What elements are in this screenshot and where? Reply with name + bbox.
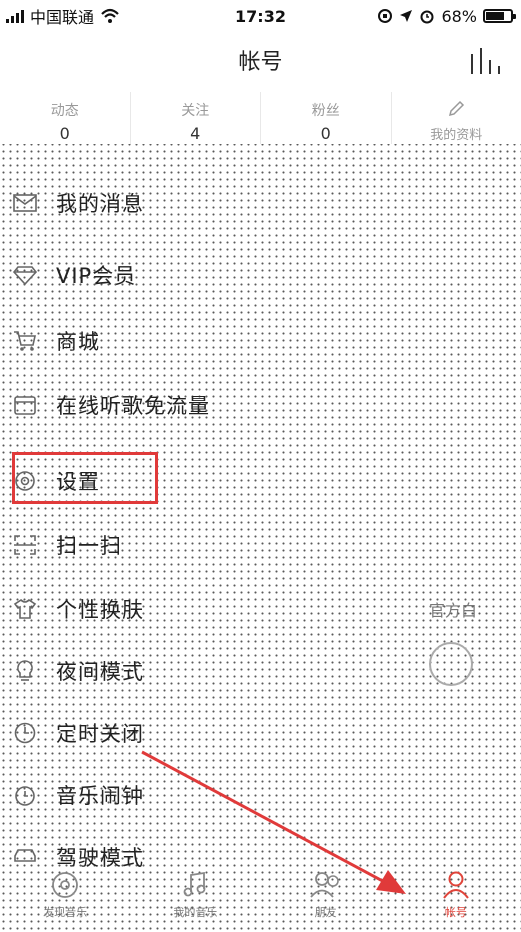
stat-dynamics[interactable]: 动态 0 (0, 92, 131, 144)
alarm-status-icon (420, 10, 434, 24)
settings-highlight-box (12, 452, 158, 504)
clock-icon (12, 720, 38, 746)
menu-item-label: 商城 (56, 330, 100, 354)
tab-bar: 发现音乐 我的音乐 朋友 帐号 (0, 862, 521, 932)
menu-item-scan[interactable]: 扫一扫 (0, 520, 521, 570)
stat-following[interactable]: 关注 4 (131, 92, 261, 144)
alarm-icon (12, 782, 38, 808)
current-skin-value: 官方白 (428, 601, 477, 620)
disc-icon (52, 872, 79, 898)
pencil-icon (449, 100, 465, 117)
menu-item-label: VIP会员 (56, 264, 137, 288)
tab-label: 朋友 (314, 906, 337, 919)
menu-item-label: 夜间模式 (56, 660, 144, 684)
page-title: 帐号 (238, 50, 283, 75)
tab-account[interactable]: 帐号 (391, 862, 521, 932)
equalizer-icon[interactable] (469, 46, 501, 76)
stat-count: 4 (190, 124, 201, 143)
stat-followers[interactable]: 粉丝 0 (261, 92, 392, 144)
menu-item-label: 定时关闭 (56, 722, 144, 746)
stats-row: 动态 0 关注 4 粉丝 0 我的资料 (0, 92, 521, 144)
menu-item-label: 个性换肤 (56, 598, 144, 622)
menu-item-free-data[interactable]: 在线听歌免流量 (0, 380, 521, 430)
rotation-lock-icon (378, 9, 393, 23)
stat-count: 0 (59, 124, 70, 143)
card-icon (12, 392, 38, 418)
menu-item-vip[interactable]: VIP会员 (0, 250, 521, 300)
music-note-icon (183, 871, 206, 897)
friends-icon (309, 872, 339, 898)
tab-my-music[interactable]: 我的音乐 (130, 862, 260, 932)
tab-discover-music[interactable]: 发现音乐 (0, 862, 130, 932)
menu-item-sleep-timer[interactable]: 定时关闭 (0, 708, 521, 758)
my-profile-button[interactable]: 我的资料 (392, 92, 521, 144)
tab-label: 发现音乐 (43, 906, 88, 919)
battery-icon (483, 9, 516, 23)
diamond-icon (12, 262, 38, 288)
stat-count: 0 (320, 124, 331, 143)
tab-friends[interactable]: 朋友 (261, 862, 391, 932)
menu-item-label: 扫一扫 (56, 534, 122, 558)
location-icon (400, 10, 413, 22)
shirt-icon (12, 596, 38, 622)
nav-bar: 帐号 (0, 32, 521, 90)
stat-label: 动态 (50, 103, 79, 119)
bulb-icon (12, 658, 38, 684)
tab-label: 我的音乐 (173, 906, 218, 919)
menu-item-label: 在线听歌免流量 (56, 394, 210, 418)
menu-item-label: 音乐闹钟 (56, 784, 144, 808)
tab-label: 帐号 (444, 906, 467, 919)
cart-icon (12, 328, 38, 354)
menu-item-shop[interactable]: 商城 (0, 316, 521, 366)
battery-percent: 68% (441, 6, 477, 26)
menu-item-label: 我的消息 (56, 192, 144, 216)
menu-item-skin[interactable]: 个性换肤 官方白 (0, 584, 521, 634)
my-profile-label: 我的资料 (430, 128, 483, 143)
status-bar: 中国联通 17:32 68% (0, 0, 521, 32)
menu-item-music-alarm[interactable]: 音乐闹钟 (0, 770, 521, 820)
stat-label: 粉丝 (311, 103, 340, 119)
mail-icon (12, 190, 38, 216)
person-icon (443, 871, 469, 899)
night-mode-toggle[interactable] (429, 642, 473, 686)
menu-item-messages[interactable]: 我的消息 (0, 178, 521, 228)
scan-icon (12, 532, 38, 558)
stat-label: 关注 (181, 103, 210, 119)
menu-item-night-mode[interactable]: 夜间模式 (0, 642, 521, 696)
